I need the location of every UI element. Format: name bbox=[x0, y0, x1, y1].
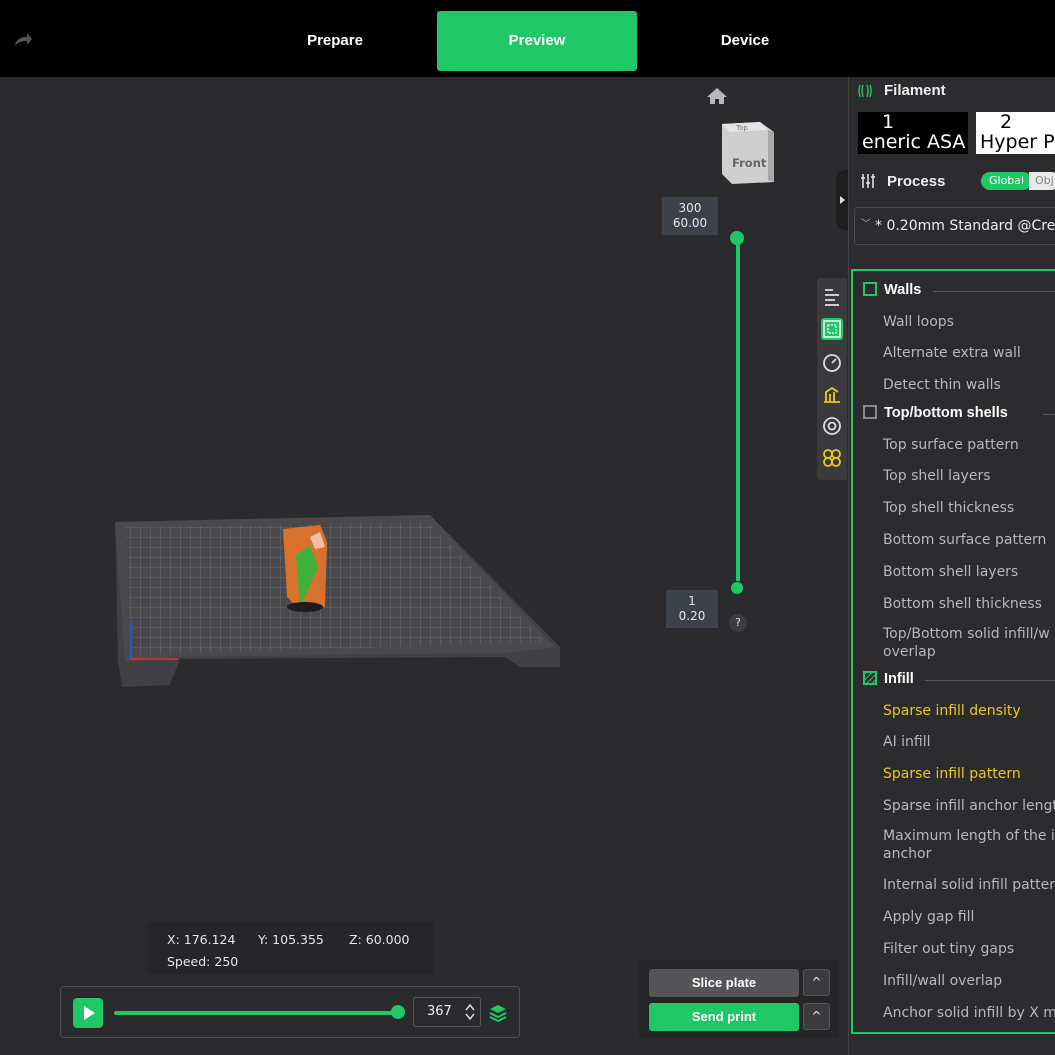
setting-max-anchor-line1: Maximum length of the in bbox=[883, 828, 1055, 844]
speed-readout: Speed: 250 bbox=[167, 954, 239, 969]
multimaterial-icon[interactable] bbox=[821, 415, 843, 437]
coord-z: Z: 60.000 bbox=[349, 932, 410, 947]
section-infill[interactable]: Infill bbox=[863, 671, 1055, 687]
filament-slot-2-name: Hyper P bbox=[980, 131, 1055, 153]
quality-icon[interactable] bbox=[821, 286, 843, 308]
view-cube[interactable]: Top Front bbox=[720, 122, 774, 186]
setting-bottom-shell-layers[interactable]: Bottom shell layers bbox=[883, 563, 1018, 581]
strength-icon[interactable] bbox=[821, 318, 843, 340]
stepper-arrows-icon[interactable] bbox=[464, 1002, 476, 1022]
setting-sparse-infill-density[interactable]: Sparse infill density bbox=[883, 702, 1021, 720]
setting-bottom-surface-pattern[interactable]: Bottom surface pattern bbox=[883, 531, 1046, 549]
filament-slot-1-name: eneric ASA bbox=[862, 131, 966, 153]
redo-icon[interactable] bbox=[12, 30, 34, 50]
walls-icon bbox=[863, 282, 877, 296]
layer-slider-top-handle[interactable] bbox=[730, 231, 744, 245]
tab-device[interactable]: Device bbox=[645, 11, 845, 71]
infill-icon bbox=[863, 671, 877, 685]
coord-x: X: 176.124 bbox=[167, 932, 236, 947]
setting-internal-solid-infill-pattern[interactable]: Internal solid infill patter bbox=[883, 876, 1055, 894]
coord-y: Y: 105.355 bbox=[258, 932, 324, 947]
setting-wall-loops[interactable]: Wall loops bbox=[883, 313, 954, 331]
process-title: Process bbox=[887, 173, 946, 190]
layer-slider-bottom-handle[interactable] bbox=[730, 581, 744, 595]
process-preset-select[interactable]: ﹀ * 0.20mm Standard @Crea bbox=[854, 207, 1055, 245]
layer-top-label: 300 60.00 bbox=[662, 197, 718, 235]
filament-title: Filament bbox=[884, 82, 946, 99]
tab-preview[interactable]: Preview bbox=[437, 11, 637, 71]
setting-bottom-shell-thickness[interactable]: Bottom shell thickness bbox=[883, 595, 1042, 613]
chevron-down-icon: ﹀ bbox=[861, 219, 871, 230]
global-toggle[interactable]: Global bbox=[981, 172, 1033, 190]
setting-infill-wall-overlap[interactable]: Infill/wall overlap bbox=[883, 972, 1002, 990]
section-infill-title: Infill bbox=[884, 671, 914, 687]
position-readout: X: 176.124 Y: 105.355 Z: 60.000 Speed: 2… bbox=[148, 922, 434, 974]
layer-bottom-height: 0.20 bbox=[678, 609, 706, 623]
others-icon[interactable] bbox=[821, 447, 843, 469]
filament-slot-1[interactable]: 1 eneric ASA bbox=[858, 112, 968, 154]
support-icon[interactable] bbox=[821, 383, 843, 405]
action-panel: Slice plate ^ Send print ^ bbox=[639, 960, 839, 1038]
setting-top-shell-thickness[interactable]: Top shell thickness bbox=[883, 499, 1014, 517]
setting-overlap-line2: overlap bbox=[883, 644, 936, 660]
setting-top-surface-pattern[interactable]: Top surface pattern bbox=[883, 436, 1019, 454]
slice-plate-button[interactable]: Slice plate bbox=[649, 969, 799, 997]
layer-top-number: 300 bbox=[678, 201, 702, 215]
setting-top-bottom-solid-infill-overlap[interactable]: Top/Bottom solid infill/w overlap bbox=[883, 625, 1050, 661]
setting-sparse-infill-pattern[interactable]: Sparse infill pattern bbox=[883, 765, 1021, 783]
settings-list: Walls Wall loops Alternate extra wall De… bbox=[851, 269, 1055, 1034]
process-icon bbox=[861, 174, 875, 188]
section-walls[interactable]: Walls bbox=[863, 282, 1055, 298]
section-walls-title: Walls bbox=[884, 282, 922, 298]
move-slider-handle[interactable] bbox=[391, 1005, 405, 1019]
tab-prepare[interactable]: Prepare bbox=[235, 11, 435, 71]
home-icon[interactable] bbox=[706, 86, 728, 110]
filament-icon bbox=[858, 84, 872, 98]
cube-front-label: Front bbox=[732, 156, 767, 170]
top-bar: Prepare Preview Device bbox=[0, 0, 1055, 77]
setting-sparse-infill-anchor-length[interactable]: Sparse infill anchor lengt bbox=[883, 797, 1055, 815]
preview-viewport[interactable] bbox=[0, 77, 848, 1055]
setting-detect-thin-walls[interactable]: Detect thin walls bbox=[883, 376, 1001, 394]
move-slider-bar: 367 bbox=[60, 986, 520, 1038]
setting-anchor-solid-infill[interactable]: Anchor solid infill by X m bbox=[883, 1004, 1055, 1022]
send-print-button[interactable]: Send print bbox=[649, 1003, 799, 1031]
settings-category-toolbar bbox=[817, 278, 847, 480]
speed-icon[interactable] bbox=[821, 351, 843, 373]
filament-slot-2[interactable]: 2 Hyper P bbox=[976, 112, 1055, 154]
setting-top-shell-layers[interactable]: Top shell layers bbox=[883, 467, 991, 485]
settings-sidebar: Filament 1 eneric ASA 2 Hyper P Process … bbox=[848, 77, 1055, 1055]
setting-ai-infill[interactable]: AI infill bbox=[883, 733, 931, 751]
setting-alternate-extra-wall[interactable]: Alternate extra wall bbox=[883, 344, 1021, 362]
shells-icon bbox=[863, 405, 877, 419]
move-stepper[interactable]: 367 bbox=[413, 997, 481, 1027]
slice-options-button[interactable]: ^ bbox=[803, 969, 830, 996]
build-plate-scene bbox=[115, 515, 560, 687]
move-value: 367 bbox=[427, 1004, 452, 1019]
setting-filter-tiny-gaps[interactable]: Filter out tiny gaps bbox=[883, 940, 1014, 958]
objects-toggle[interactable]: Obj bbox=[1029, 172, 1055, 190]
layer-bottom-label: 1 0.20 bbox=[666, 590, 718, 628]
setting-overlap-line1: Top/Bottom solid infill/w bbox=[883, 626, 1050, 642]
layers-icon[interactable] bbox=[488, 1003, 508, 1027]
bed-grid bbox=[125, 522, 545, 655]
layer-bottom-number: 1 bbox=[688, 594, 696, 608]
filament-slot-1-number: 1 bbox=[882, 112, 895, 133]
setting-apply-gap-fill[interactable]: Apply gap fill bbox=[883, 908, 974, 926]
help-button[interactable]: ? bbox=[729, 614, 747, 632]
setting-max-infill-anchor[interactable]: Maximum length of the in anchor bbox=[883, 827, 1055, 863]
setting-max-anchor-line2: anchor bbox=[883, 846, 932, 862]
cube-top-label: Top bbox=[736, 124, 748, 132]
section-top-bottom-shells[interactable]: Top/bottom shells bbox=[863, 405, 1055, 421]
process-preset-value: * 0.20mm Standard @Crea bbox=[875, 218, 1055, 234]
filament-slot-2-number: 2 bbox=[1000, 112, 1013, 133]
move-slider-track[interactable] bbox=[114, 1011, 399, 1015]
send-options-button[interactable]: ^ bbox=[803, 1003, 830, 1030]
play-button[interactable] bbox=[73, 998, 103, 1028]
layer-top-height: 60.00 bbox=[672, 216, 708, 230]
section-shells-title: Top/bottom shells bbox=[884, 405, 1008, 421]
layer-slider-track[interactable] bbox=[736, 238, 740, 590]
